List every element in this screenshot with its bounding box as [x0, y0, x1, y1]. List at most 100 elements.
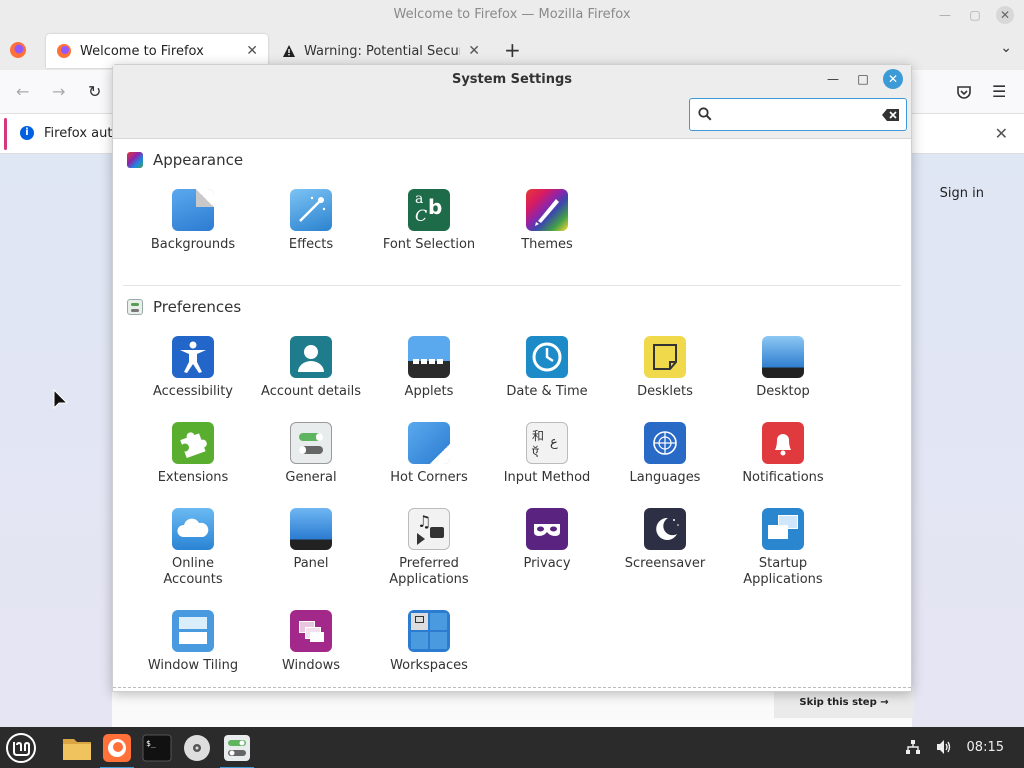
forward-button[interactable]: →	[52, 82, 65, 101]
settings-minimize-button[interactable]: —	[823, 69, 843, 89]
startup-applications-icon	[762, 508, 804, 550]
settings-item-hot-corners[interactable]: Hot Corners	[370, 422, 488, 486]
preferred-applications-icon: ♫	[408, 508, 450, 550]
desklets-icon	[644, 336, 686, 378]
item-label: Languages	[629, 470, 701, 485]
settings-item-effects[interactable]: Effects	[252, 189, 370, 253]
hamburger-menu-icon[interactable]: ☰	[992, 82, 1006, 101]
section-title: Appearance	[153, 151, 244, 169]
hot-corners-icon	[408, 422, 450, 464]
item-label: Privacy	[523, 556, 571, 571]
item-label: Windows	[281, 658, 341, 673]
tab-welcome[interactable]: Welcome to Firefox ✕	[46, 34, 268, 68]
settings-item-input-method[interactable]: 和 ऍ ع Input Method	[488, 422, 606, 486]
settings-item-extensions[interactable]: Extensions	[134, 422, 252, 486]
effects-icon	[290, 189, 332, 231]
pocket-icon[interactable]	[956, 84, 972, 100]
settings-search-box[interactable]	[689, 98, 907, 131]
back-button[interactable]: ←	[16, 82, 29, 101]
account-details-icon	[290, 336, 332, 378]
firefox-close-button[interactable]: ✕	[996, 6, 1014, 24]
search-input[interactable]	[716, 104, 876, 126]
settings-item-notifications[interactable]: Notifications	[724, 422, 842, 486]
settings-item-desktop[interactable]: Desktop	[724, 336, 842, 400]
settings-item-desklets[interactable]: Desklets	[606, 336, 724, 400]
new-tab-button[interactable]: +	[504, 38, 521, 62]
settings-item-date-time[interactable]: Date & Time	[488, 336, 606, 400]
item-label: Applets	[404, 384, 454, 399]
disc-icon[interactable]	[180, 731, 214, 765]
settings-item-languages[interactable]: Languages	[606, 422, 724, 486]
backgrounds-icon	[172, 189, 214, 231]
files-icon[interactable]	[60, 731, 94, 765]
settings-item-windows[interactable]: Windows	[252, 610, 370, 674]
reload-button[interactable]: ↻	[88, 82, 101, 101]
settings-item-screensaver[interactable]: Screensaver	[606, 508, 724, 572]
online-accounts-icon	[172, 508, 214, 550]
desktop-icon	[762, 336, 804, 378]
settings-item-online-accounts[interactable]: Online Accounts	[134, 508, 252, 588]
item-label: Screensaver	[624, 556, 706, 571]
menu-icon[interactable]	[4, 731, 38, 765]
svg-text:$_: $_	[146, 739, 156, 748]
volume-icon[interactable]	[935, 739, 953, 755]
settings-item-themes[interactable]: Themes	[488, 189, 606, 253]
settings-item-preferred-applications[interactable]: ♫ Preferred Applications	[370, 508, 488, 588]
firefox-maximize-button[interactable]: ▢	[966, 6, 984, 24]
settings-item-panel[interactable]: Panel	[252, 508, 370, 572]
item-label: Backgrounds	[150, 237, 236, 252]
panel-icon	[290, 508, 332, 550]
warning-icon	[283, 45, 295, 57]
item-label: Window Tiling	[147, 658, 239, 673]
clock[interactable]: 08:15	[967, 740, 1004, 755]
tab-close-icon[interactable]: ✕	[246, 43, 258, 59]
tab-label: Welcome to Firefox	[80, 43, 204, 59]
item-label: Panel	[293, 556, 329, 571]
settings-item-general[interactable]: General	[252, 422, 370, 486]
item-label: Date & Time	[506, 384, 588, 399]
applets-icon	[408, 336, 450, 378]
sign-in-link[interactable]: Sign in	[940, 186, 984, 201]
item-label: Extensions	[157, 470, 229, 485]
settings-item-workspaces[interactable]: Workspaces	[370, 610, 488, 674]
settings-item-privacy[interactable]: Privacy	[488, 508, 606, 572]
tab-list-chevron-icon[interactable]: ⌄	[1000, 40, 1012, 56]
notice-close-icon[interactable]: ✕	[995, 124, 1008, 143]
settings-item-account-details[interactable]: Account details	[252, 336, 370, 400]
settings-item-applets[interactable]: Applets	[370, 336, 488, 400]
firefox-icon[interactable]	[100, 731, 134, 768]
settings-item-backgrounds[interactable]: Backgrounds	[134, 189, 252, 253]
item-label: Online Accounts	[163, 556, 223, 587]
settings-icon[interactable]	[220, 731, 254, 768]
settings-item-font-selection[interactable]: a C b Font Selection	[370, 189, 488, 253]
tab-close-icon[interactable]: ✕	[468, 43, 480, 59]
item-label: Desktop	[756, 384, 810, 399]
privacy-icon	[526, 508, 568, 550]
workspaces-icon	[408, 610, 450, 652]
accessibility-icon	[172, 336, 214, 378]
settings-bottom-edge	[113, 687, 911, 691]
item-label: Accessibility	[153, 384, 233, 399]
notice-accent-bar	[4, 118, 7, 150]
settings-item-window-tiling[interactable]: Window Tiling	[134, 610, 252, 674]
font-selection-icon: a C b	[408, 189, 450, 231]
firefox-logo-icon[interactable]	[8, 40, 28, 60]
network-icon[interactable]	[905, 739, 921, 755]
item-label: Account details	[261, 384, 361, 399]
tab-security-warning[interactable]: Warning: Potential Security ✕	[272, 34, 490, 68]
item-label: Preferred Applications	[389, 556, 469, 587]
terminal-icon[interactable]: $_	[140, 731, 174, 765]
settings-item-startup-applications[interactable]: Startup Applications	[724, 508, 842, 588]
settings-item-accessibility[interactable]: Accessibility	[134, 336, 252, 400]
section-title: Preferences	[153, 298, 242, 316]
clear-search-icon[interactable]	[882, 108, 900, 122]
firefox-titlebar: Welcome to Firefox — Mozilla Firefox — ▢…	[0, 0, 1024, 30]
firefox-minimize-button[interactable]: —	[936, 6, 954, 24]
taskbar: $_ 08:15	[0, 727, 1024, 768]
mouse-cursor-icon	[53, 388, 69, 410]
search-icon	[698, 107, 712, 121]
languages-icon	[644, 422, 686, 464]
settings-maximize-button[interactable]: □	[853, 69, 873, 89]
settings-close-button[interactable]: ✕	[883, 69, 903, 89]
extensions-icon	[172, 422, 214, 464]
